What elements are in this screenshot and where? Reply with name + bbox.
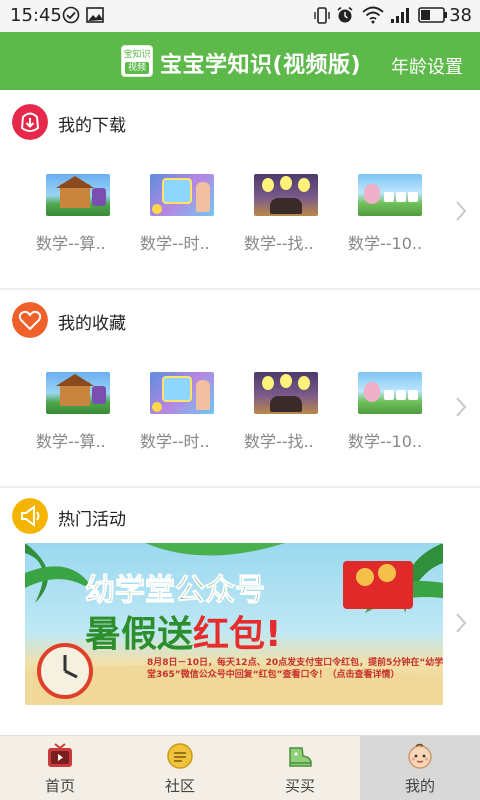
favorite-item-label: 数学--时..	[140, 432, 210, 451]
status-time: 15:45	[10, 5, 62, 26]
favorite-item-label: 数学--10..	[348, 432, 423, 451]
favorites-section: 我的收藏 数学--算.. 数学--时.. 数学--找.. 数学--10..	[0, 290, 480, 486]
banner-description: 8月8日－10日，每天12点、20点发支付宝口令红包，提前5分钟在“幼学堂365…	[147, 658, 443, 680]
status-bar: 15:45 38	[0, 0, 480, 32]
cottage-thumbnail	[46, 174, 110, 216]
shoe-icon	[289, 747, 312, 767]
downloads-list: 数学--算.. 数学--时.. 数学--找.. 数学--10..	[0, 92, 480, 288]
favorites-list: 数学--算.. 数学--时.. 数学--找.. 数学--10..	[0, 290, 480, 486]
chevron-right-icon[interactable]	[454, 612, 468, 634]
banner-title-part-c: !	[265, 614, 282, 655]
nav-label-mine: 我的	[404, 777, 435, 795]
banner-title-part-a: 暑假送	[85, 614, 194, 655]
nav-label-shop: 买买	[284, 777, 315, 795]
baby-face-icon	[408, 743, 432, 769]
favorite-item-label: 数学--算..	[36, 432, 106, 451]
nav-item-community[interactable]: 社区	[120, 736, 240, 800]
tv-icon	[48, 743, 72, 767]
bunny-thumbnail	[358, 174, 422, 216]
download-item-label: 数学--时..	[140, 234, 210, 253]
alarm-icon	[337, 6, 353, 23]
downloads-section: 我的下载 数学--算.. 数学--时.. 数学--找.. 数学--10..	[0, 92, 480, 288]
app-logo-text-2: 视频	[125, 62, 149, 74]
age-setting-button[interactable]: 年龄设置	[391, 53, 463, 79]
battery-percent: 38	[449, 5, 472, 26]
nav-item-mine[interactable]: 我的	[360, 736, 480, 800]
chat-bubble-icon	[167, 743, 193, 769]
clock-thumbnail	[150, 372, 214, 414]
clock-thumbnail	[150, 174, 214, 216]
nav-label-home: 首页	[44, 777, 75, 795]
favorite-item-label: 数学--找..	[244, 432, 314, 451]
banner-title-line2: 暑假送红包!	[85, 605, 281, 657]
download-item-label: 数学--找..	[244, 234, 314, 253]
wifi-icon	[362, 6, 384, 24]
lightbulb-thumbnail	[254, 174, 318, 216]
chevron-right-icon[interactable]	[454, 200, 468, 222]
nav-item-home[interactable]: 首页	[0, 736, 120, 800]
megaphone-icon	[12, 498, 48, 534]
activities-title: 热门活动	[58, 510, 126, 530]
cottage-thumbnail	[46, 372, 110, 414]
download-item-label: 数学--10..	[348, 234, 423, 253]
bunny-thumbnail	[358, 372, 422, 414]
nav-label-community: 社区	[164, 777, 195, 795]
activity-banner[interactable]: 幼学堂公众号 暑假送红包! 8月8日－10日，每天12点、20点发支付宝口令红包…	[25, 543, 443, 705]
chevron-right-icon[interactable]	[454, 396, 468, 418]
banner-title-line1: 幼学堂公众号	[85, 573, 266, 609]
vibrate-icon	[314, 7, 330, 24]
app-logo-text-1: 宝知识	[123, 50, 151, 60]
download-item-label: 数学--算..	[36, 234, 106, 253]
app-bar: 宝知识 视频 宝宝学知识(视频版) 年龄设置	[0, 32, 480, 90]
bottom-navigation: 首页 社区 买买 我的	[0, 735, 480, 800]
check-circle-icon	[62, 6, 80, 24]
app-title: 宝宝学知识(视频版)	[160, 53, 362, 78]
lightbulb-thumbnail	[254, 372, 318, 414]
banner-title-part-b: 红包	[193, 614, 266, 655]
signal-icon	[391, 8, 409, 23]
image-icon	[86, 7, 104, 23]
app-logo: 宝知识 视频	[121, 45, 153, 77]
nav-item-shop[interactable]: 买买	[240, 736, 360, 800]
battery-icon	[418, 7, 447, 23]
